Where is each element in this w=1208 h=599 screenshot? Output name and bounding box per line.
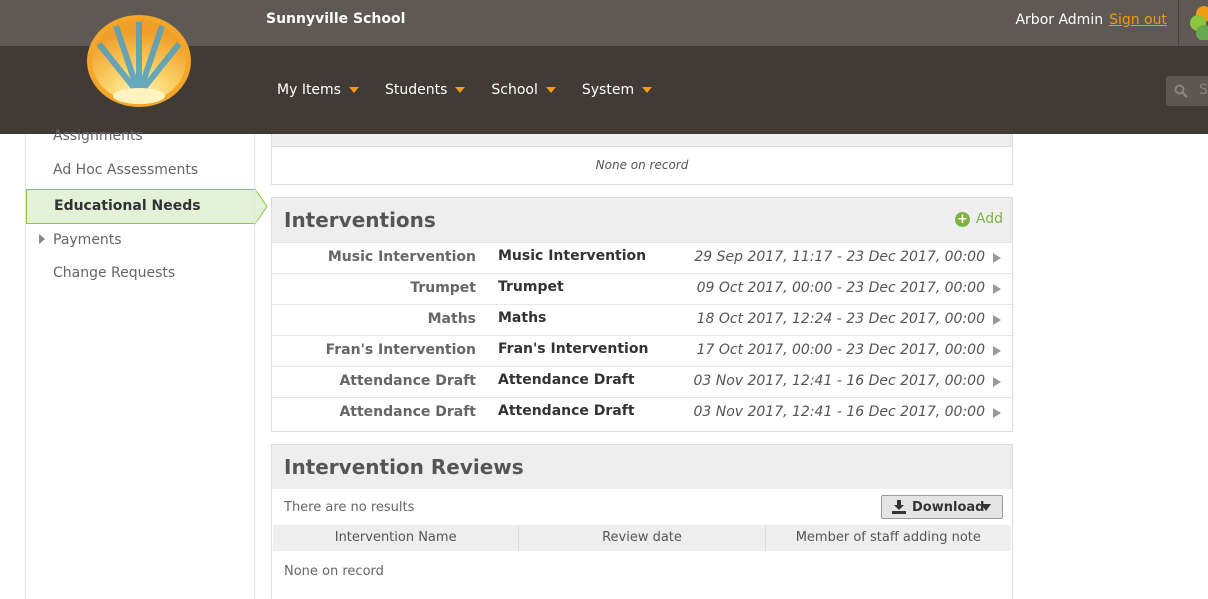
reviews-title: Intervention Reviews <box>284 455 524 479</box>
reviews-table-header: Intervention Name Review date Member of … <box>273 525 1011 551</box>
table-row[interactable]: Fran's Intervention Fran's Intervention … <box>272 335 1012 366</box>
reviews-toolbar: There are no results Download <box>272 489 1012 525</box>
search-placeholder: S <box>1199 82 1208 98</box>
nav-school[interactable]: School <box>491 82 556 98</box>
intervention-name: Attendance Draft <box>339 404 476 420</box>
intervention-dates: 03 Nov 2017, 12:41 - 16 Dec 2017, 00:00 <box>693 404 985 420</box>
school-logo[interactable] <box>86 14 192 108</box>
empty-state-text: None on record <box>284 564 384 579</box>
nav-label: My Items <box>277 82 341 98</box>
intervention-title: Attendance Draft <box>498 403 635 419</box>
intervention-name: Music Intervention <box>327 249 476 265</box>
interventions-title: Interventions <box>284 208 436 232</box>
sidebar-item-ad-hoc-assessments[interactable]: Ad Hoc Assessments <box>53 162 198 178</box>
active-pointer-icon <box>255 188 268 225</box>
sidebar: Assignments Ad Hoc Assessments Education… <box>25 128 268 599</box>
add-label: Add <box>975 211 1003 227</box>
download-icon <box>892 500 906 514</box>
sidebar-item-label: Educational Needs <box>54 198 201 214</box>
intervention-dates: 18 Oct 2017, 12:24 - 23 Dec 2017, 00:00 <box>696 311 985 327</box>
chevron-right-icon <box>993 315 1001 325</box>
sidebar-item-assignments[interactable]: Assignments <box>53 128 143 144</box>
reviews-header: Intervention Reviews <box>272 445 1012 489</box>
intervention-title: Attendance Draft <box>498 372 635 388</box>
download-button[interactable]: Download <box>881 495 1003 519</box>
sidebar-item-educational-needs[interactable]: Educational Needs <box>26 189 256 224</box>
add-intervention-button[interactable]: + Add <box>954 211 1003 227</box>
nav-students[interactable]: Students <box>384 82 466 98</box>
nav-my-items[interactable]: My Items <box>277 82 359 98</box>
intervention-dates: 29 Sep 2017, 11:17 - 23 Dec 2017, 00:00 <box>694 249 985 265</box>
table-row[interactable]: Attendance Draft Attendance Draft 03 Nov… <box>272 397 1012 428</box>
column-header-review-date[interactable]: Review date <box>519 525 766 551</box>
column-header-intervention-name[interactable]: Intervention Name <box>273 525 520 551</box>
user-area: Arbor Admin Sign out <box>1015 12 1167 28</box>
nav-label: System <box>581 82 635 98</box>
intervention-title: Fran's Intervention <box>498 341 649 357</box>
previous-section-panel: None on record <box>271 134 1013 185</box>
intervention-name: Maths <box>427 311 476 327</box>
section-header-band <box>272 134 1012 147</box>
sidebar-item-change-requests[interactable]: Change Requests <box>53 265 175 281</box>
expand-arrow-icon[interactable] <box>39 234 45 244</box>
plus-circle-icon: + <box>954 211 970 227</box>
caret-down-icon <box>348 87 359 93</box>
intervention-name: Trumpet <box>410 280 476 296</box>
intervention-title: Maths <box>498 310 547 326</box>
intervention-reviews-panel: Intervention Reviews There are no result… <box>271 444 1013 599</box>
school-name[interactable]: Sunnyville School <box>266 11 405 27</box>
chevron-right-icon <box>993 377 1001 387</box>
nav-system[interactable]: System <box>581 82 653 98</box>
table-row[interactable]: Music Intervention Music Intervention 29… <box>272 242 1012 273</box>
search-icon <box>1174 84 1188 98</box>
chevron-right-icon <box>993 346 1001 356</box>
nav-label: Students <box>384 82 448 98</box>
intervention-dates: 09 Oct 2017, 00:00 - 23 Dec 2017, 00:00 <box>696 280 985 296</box>
download-label: Download <box>912 500 985 515</box>
empty-row: None on record <box>272 551 1012 591</box>
caret-down-icon <box>642 87 653 93</box>
top-divider <box>1178 0 1179 46</box>
caret-down-icon <box>455 87 466 93</box>
intervention-dates: 17 Oct 2017, 00:00 - 23 Dec 2017, 00:00 <box>696 342 985 358</box>
table-row[interactable]: Attendance Draft Attendance Draft 03 Nov… <box>272 366 1012 397</box>
intervention-name: Fran's Intervention <box>325 342 476 358</box>
intervention-title: Music Intervention <box>498 248 647 264</box>
chevron-right-icon <box>993 284 1001 294</box>
intervention-name: Attendance Draft <box>339 373 476 389</box>
caret-down-icon <box>545 87 556 93</box>
empty-state-text: None on record <box>595 158 689 172</box>
chevron-right-icon <box>993 253 1001 263</box>
caret-down-icon[interactable] <box>981 504 991 511</box>
nav-label: School <box>491 82 538 98</box>
sidebar-item-payments[interactable]: Payments <box>53 232 122 248</box>
no-results-text: There are no results <box>284 500 415 515</box>
apps-icon[interactable] <box>1190 6 1208 40</box>
table-row[interactable]: Maths Maths 18 Oct 2017, 12:24 - 23 Dec … <box>272 304 1012 335</box>
search-input[interactable]: S <box>1166 76 1208 106</box>
intervention-title: Trumpet <box>498 279 564 295</box>
interventions-panel: Interventions + Add Music Intervention M… <box>271 197 1013 432</box>
nav-menu: My Items Students School System <box>277 82 678 98</box>
table-row[interactable]: Trumpet Trumpet 09 Oct 2017, 00:00 - 23 … <box>272 273 1012 304</box>
user-name[interactable]: Arbor Admin <box>1015 12 1103 28</box>
interventions-header: Interventions + Add <box>272 198 1012 242</box>
sign-out-link[interactable]: Sign out <box>1109 12 1167 28</box>
column-header-member-of-staff[interactable]: Member of staff adding note <box>766 525 1011 551</box>
sidebar-divider <box>254 134 255 599</box>
intervention-dates: 03 Nov 2017, 12:41 - 16 Dec 2017, 00:00 <box>693 373 985 389</box>
chevron-right-icon <box>993 408 1001 418</box>
